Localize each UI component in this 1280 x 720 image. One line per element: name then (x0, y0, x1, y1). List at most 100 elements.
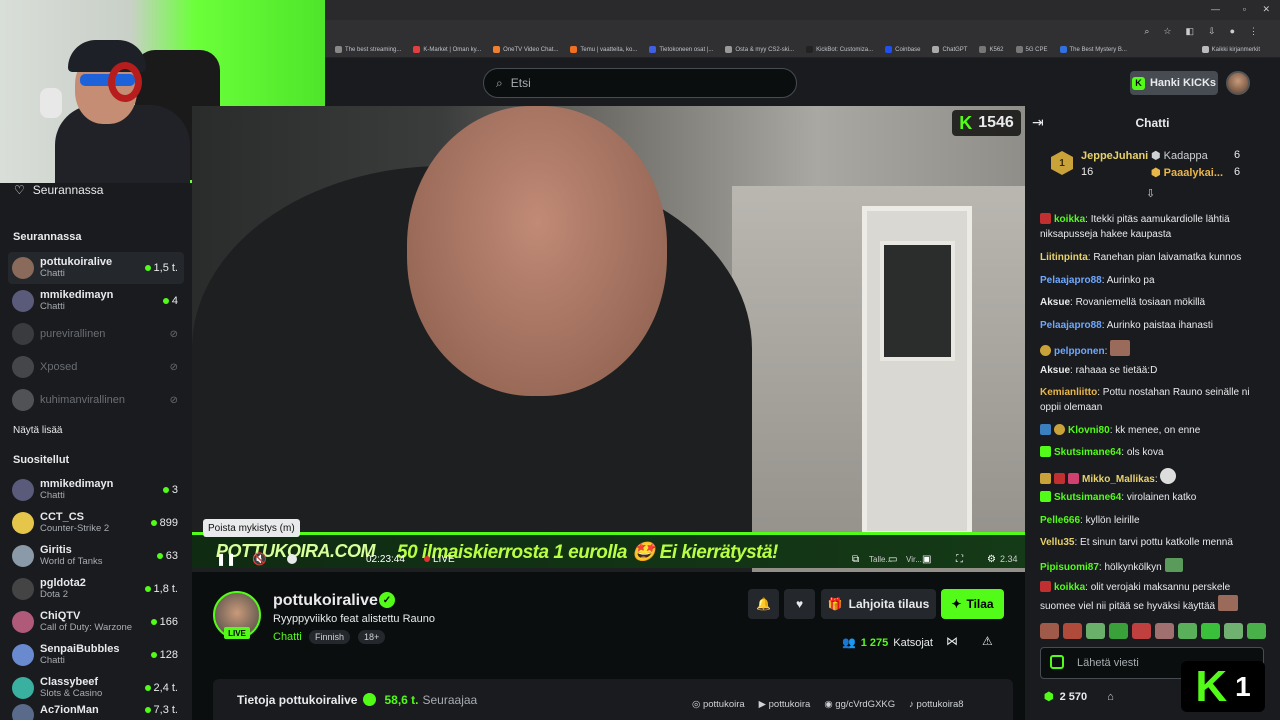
user-avatar[interactable] (1226, 71, 1250, 95)
avatar (12, 512, 34, 534)
emote[interactable] (1040, 623, 1059, 639)
maximize-icon[interactable]: ▫ (1243, 4, 1246, 14)
sidebar-item-recommended[interactable]: Ac7ionMan 7,3 t. (8, 704, 184, 720)
bookmark-item[interactable]: K-Market | Oman ky... (413, 46, 481, 53)
following-nav[interactable]: ♡ Seurannassa (14, 183, 103, 197)
bookmark-item[interactable]: KickBot: Customiza... (806, 46, 873, 53)
chat-settings-icon[interactable]: ⌂ (1107, 691, 1114, 703)
show-more-link[interactable]: Näytä lisää (13, 425, 62, 436)
chat-message: Klovni80: kk menee, on enne (1040, 423, 1262, 438)
video-player[interactable] (192, 106, 1025, 572)
search-tab-icon[interactable]: ⌕ (1144, 26, 1149, 37)
bookmark-item[interactable]: K562 (979, 46, 1004, 53)
subscribe-button[interactable]: ✦ Tilaa (941, 589, 1004, 619)
get-kicks-button[interactable]: K Hanki KICKs (1130, 71, 1218, 95)
following-heading: Seurannassa (13, 231, 82, 243)
chat-message: Pelaajapro88: Aurinko pa (1040, 275, 1155, 286)
mute-tooltip: Poista mykistys (m) (203, 519, 300, 537)
video-face (407, 106, 667, 396)
fullscreen-icon[interactable]: ⛶ (956, 554, 963, 565)
sidebar-item-category: Dota 2 (40, 589, 68, 600)
sidebar-item-label: Xposed (40, 361, 78, 373)
notifications-button[interactable]: 🔔 (748, 589, 779, 619)
category-link[interactable]: Chatti (273, 631, 302, 643)
close-icon[interactable]: ✕ (1262, 4, 1270, 15)
bookmark-item[interactable]: The best streaming... (335, 46, 401, 53)
sidebar-item-pottukoiralive[interactable]: pottukoiralive Chatti 1,5 t. (8, 252, 184, 284)
sidebar-item-category: World of Tanks (40, 556, 103, 567)
report-icon[interactable]: ⚠ (982, 634, 993, 648)
emote[interactable] (1247, 623, 1266, 639)
follow-button[interactable]: ♥ (784, 589, 815, 619)
chat-message: Pelle666: kyllön leirille (1040, 515, 1140, 526)
channel-name[interactable]: pottukoiralive (273, 592, 378, 610)
sidebar-item-recommended[interactable]: pgldota2 Dota 2 1,8 t. (8, 573, 184, 605)
volume-slider[interactable] (287, 554, 297, 564)
viewer-count: 2,4 t. (144, 682, 184, 694)
emote[interactable] (1132, 623, 1151, 639)
bookmark-star-icon[interactable]: ☆ (1163, 26, 1171, 37)
avatar (12, 578, 34, 600)
sidebar-item-category: Chatti (40, 268, 65, 279)
pip-icon[interactable]: ▣ (922, 554, 931, 565)
instagram-link[interactable]: ◎ pottukoira (692, 699, 745, 710)
tiktok-link[interactable]: ♪ pottukoira8 (909, 699, 963, 710)
tag-18plus[interactable]: 18+ (358, 630, 386, 644)
bookmark-item[interactable]: 5G CPE (1015, 46, 1048, 53)
leaderboard-user[interactable]: Kadappa (1164, 150, 1208, 162)
sidebar-item-xposed[interactable]: Xposed ⊘ (8, 351, 184, 383)
sidebar-item-recommended[interactable]: ChiQTV Call of Duty: Warzone 166 (8, 606, 184, 638)
tag-finnish[interactable]: Finnish (309, 630, 351, 644)
bookmark-item[interactable]: Tietokoneen osat |... (649, 46, 713, 53)
collapse-chat-icon[interactable]: ⇥ (1032, 114, 1044, 131)
sidebar-item-recommended[interactable]: CCT_CS Counter-Strike 2 899 (8, 507, 184, 539)
bookmark-item[interactable]: Osta & myy CS2-ski... (725, 46, 794, 53)
bookmark-item[interactable]: OneTV Video Chat... (493, 46, 558, 53)
sidebar-item-recommended[interactable]: Classybeef Slots & Casino 2,4 t. (8, 672, 184, 704)
gift-sub-button[interactable]: 🎁 Lahjoita tilaus (821, 589, 936, 619)
star-icon: ✦ (951, 597, 962, 611)
emote[interactable] (1155, 623, 1174, 639)
clip-icon[interactable]: ⧉ (852, 554, 859, 565)
profile-icon[interactable]: ● (1230, 26, 1235, 36)
theater-icon[interactable]: ▭ (888, 554, 897, 565)
emote[interactable] (1063, 623, 1082, 639)
leaderboard-user[interactable]: JeppeJuhani (1081, 150, 1148, 162)
leaderboard-user[interactable]: Paaalykai... (1164, 167, 1223, 179)
discord-link[interactable]: ◉ gg/cVrdGXKG (824, 699, 895, 710)
volume-muted-icon[interactable]: 🔇 (252, 552, 267, 566)
following-nav-label: Seurannassa (32, 183, 104, 197)
sidebar-item-recommended[interactable]: Giritis World of Tanks 63 (8, 540, 184, 572)
sidebar-item-category: Chatti (40, 655, 65, 666)
expand-leaderboard-icon[interactable]: ⇩ (1146, 187, 1155, 200)
menu-icon[interactable]: ⋮ (1249, 26, 1258, 37)
settings-icon[interactable]: ⚙ (987, 554, 996, 565)
search-icon: ⌕ (496, 75, 503, 90)
sidebar-item-kuhimanvirallinen[interactable]: kuhimanvirallinen ⊘ (8, 384, 184, 416)
channel-points[interactable]: ⬢ 2 570 ⌂ (1044, 690, 1114, 704)
pause-icon[interactable]: ❚❚ (216, 552, 236, 566)
sidebar-item-purevirallinen[interactable]: purevirallinen ⊘ (8, 318, 184, 350)
share-icon[interactable]: ⋈ (946, 634, 958, 648)
bookmark-item[interactable]: ChatGPT (932, 46, 967, 53)
extensions-icon[interactable]: ◧ (1186, 26, 1195, 37)
sidebar-item-recommended[interactable]: SenpaiBubbles Chatti 128 (8, 639, 184, 671)
emote[interactable] (1178, 623, 1197, 639)
emote[interactable] (1201, 623, 1220, 639)
bookmark-item[interactable]: Temu | vaatteita, ko... (570, 46, 637, 53)
minimize-icon[interactable]: — (1211, 4, 1220, 14)
youtube-link[interactable]: ▶ pottukoira (759, 699, 811, 710)
sidebar-item-recommended[interactable]: mmikedimayn Chatti 3 (8, 474, 184, 506)
bookmark-item[interactable]: The Best Mystery B... (1059, 46, 1127, 53)
downloads-icon[interactable]: ⇩ (1208, 26, 1216, 37)
sidebar-item-mmikedimayn[interactable]: mmikedimayn Chatti 4 (8, 285, 184, 317)
all-bookmarks[interactable]: Kaikki kirjanmerkit (1201, 46, 1260, 53)
avatar (12, 644, 34, 666)
sidebar-item-label: Classybeef (40, 676, 99, 688)
search-input[interactable]: ⌕ Etsi (483, 68, 797, 98)
emote[interactable] (1109, 623, 1128, 639)
bookmark-item[interactable]: Coinbase (885, 46, 920, 53)
emote-picker-icon[interactable] (1050, 655, 1064, 669)
emote[interactable] (1224, 623, 1243, 639)
emote[interactable] (1086, 623, 1105, 639)
